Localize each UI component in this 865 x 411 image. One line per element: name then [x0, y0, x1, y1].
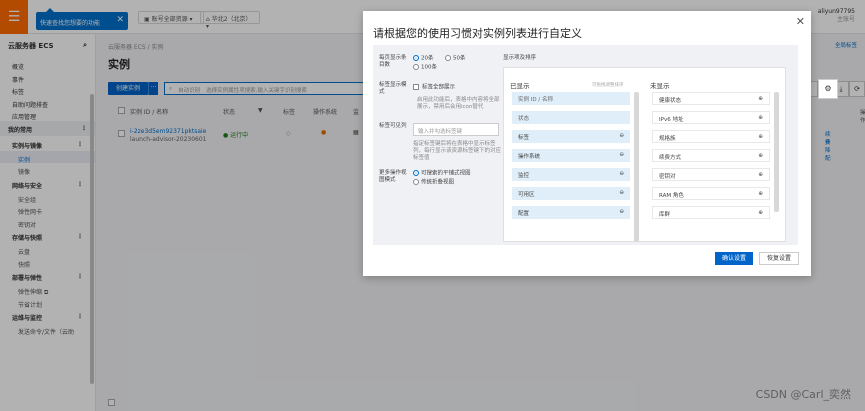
add-icon: ⊕ — [758, 153, 763, 159]
dialog-title: 请根据您的使用习惯对实例列表进行自定义 — [373, 27, 582, 40]
radio-icon — [413, 179, 419, 185]
page-size-50[interactable]: 50条 — [445, 55, 466, 63]
list-item: 实例 ID / 名称 — [512, 92, 630, 105]
tag-mode-hint: 启用此功能后，表格中内容将全部展示，禁用后会用icon替代 — [417, 97, 500, 110]
list-item[interactable]: 可用区 ⊖ — [512, 187, 630, 200]
columns-label: 显示项及排序 — [503, 55, 537, 61]
checkbox-icon — [413, 84, 419, 90]
customize-dialog: ✕ 请根据您的使用习惯对实例列表进行自定义 每页显示条目数 20条 50条 10… — [363, 11, 811, 276]
page-size-100[interactable]: 100条 — [413, 64, 437, 72]
close-icon[interactable]: ✕ — [796, 15, 805, 28]
shown-list: 实例 ID / 名称 状态 标签 ⊖ 操作系统 ⊖ 监控 ⊖ 可用区 ⊖ 配置 ⊖ — [512, 92, 630, 225]
list-item[interactable]: 密钥对 ⊕ — [652, 168, 770, 181]
add-icon: ⊕ — [758, 172, 763, 178]
column-config-panel: 已显示 可拖拽调整排序 未显示 实例 ID / 名称 状态 标签 ⊖ 操作系统 ⊖ … — [503, 67, 786, 242]
tag-mode-label: 标签显示模式 — [379, 82, 407, 95]
radio-checked-icon — [413, 55, 419, 61]
remove-icon: ⊖ — [619, 209, 624, 215]
list-item: 状态 — [512, 111, 630, 124]
tag-mode-checkbox[interactable]: 标签全部展示 — [413, 84, 455, 92]
list-item[interactable]: 配置 ⊖ — [512, 206, 630, 219]
list-item[interactable]: 监控 ⊖ — [512, 168, 630, 181]
page-size-20[interactable]: 20条 — [413, 55, 434, 63]
shown-label: 已显示 — [510, 82, 530, 90]
add-icon: ⊕ — [758, 210, 763, 216]
remove-icon: ⊖ — [619, 133, 624, 139]
confirm-button[interactable]: 确认设置 — [715, 252, 753, 265]
list-item[interactable]: RAM 角色 ⊕ — [652, 187, 770, 200]
ops-mode-label: 更多操作视图模式 — [379, 170, 407, 183]
list-item[interactable]: 健康状态 ⊕ — [652, 92, 770, 105]
shown-hint: 可拖拽调整排序 — [592, 83, 624, 88]
tag-key-input[interactable]: 输入并勾选标签键 — [413, 123, 499, 136]
tag-column-hint: 指定标签键后将在表格中显示标签列，每行显示该资源标签键下的对应标签值 — [413, 141, 502, 161]
add-icon: ⊕ — [758, 191, 763, 197]
reset-button[interactable]: 恢复设置 — [759, 252, 799, 265]
page-size-label: 每页显示条目数 — [379, 55, 407, 68]
dialog-body: 每页显示条目数 20条 50条 100条 标签显示模式 标签全部展示 启用此功能… — [373, 45, 798, 245]
add-icon: ⊕ — [758, 96, 763, 102]
radio-checked-icon — [413, 170, 419, 176]
shown-scrollbar[interactable] — [634, 92, 639, 242]
list-item[interactable]: 续费方式 ⊕ — [652, 149, 770, 162]
ops-mode-tiled[interactable]: 可搜索的平铺式视图 — [413, 170, 471, 178]
remove-icon: ⊖ — [619, 171, 624, 177]
ops-mode-folded[interactable]: 传统折叠视图 — [413, 179, 454, 187]
remove-icon: ⊖ — [619, 152, 624, 158]
gear-icon[interactable]: ⚙ — [818, 79, 838, 99]
list-item[interactable]: 库群 ⊕ — [652, 206, 770, 219]
list-item[interactable]: IPv6 地址 ⊕ — [652, 111, 770, 124]
list-item[interactable]: 规格族 ⊕ — [652, 130, 770, 143]
list-item[interactable]: 标签 ⊖ — [512, 130, 630, 143]
radio-icon — [413, 64, 419, 70]
add-icon: ⊕ — [758, 134, 763, 140]
radio-icon — [445, 55, 451, 61]
add-icon: ⊕ — [758, 115, 763, 121]
tag-column-label: 标签可见列 — [379, 123, 407, 129]
list-item[interactable]: 操作系统 ⊖ — [512, 149, 630, 162]
remove-icon: ⊖ — [619, 190, 624, 196]
hidden-scrollbar[interactable] — [774, 92, 779, 212]
hidden-label: 未显示 — [650, 82, 670, 90]
hidden-list: 健康状态 ⊕ IPv6 地址 ⊕ 规格族 ⊕ 续费方式 ⊕ 密钥对 ⊕ RAM 角色 ⊕ 库… — [652, 92, 770, 225]
